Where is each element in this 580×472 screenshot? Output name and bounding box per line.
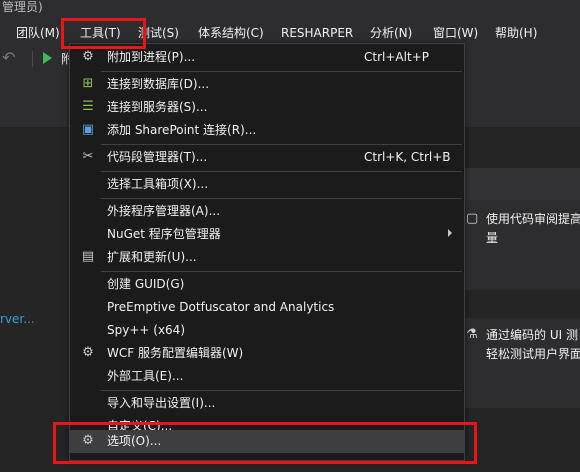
extensions-icon: ▤ [81,249,95,264]
code-review-icon: ▢ [466,211,479,226]
menu-resharper[interactable]: RESHARPER [281,24,353,42]
menu-item-create-guid[interactable]: 创建 GUID(G) [70,273,464,296]
menu-item-connect-server[interactable]: ☰ 连接到服务器(S)... [70,96,464,119]
flask-icon: ⚗ [466,327,478,342]
sharepoint-connection-icon: ▣ [81,122,95,137]
menu-item-label: 外接程序管理器(A)... [107,204,221,218]
start-page-header [465,168,580,200]
menu-separator [101,198,462,199]
menu-separator [101,144,462,145]
menu-item-label: NuGet 程序包管理器 [107,227,221,241]
menu-item-label: 代码段管理器(T)... [107,150,208,164]
highlight-tools-menu [61,18,146,49]
code-review-line2: 量 [486,231,499,245]
connect-database-icon: ⊞ [82,76,94,91]
menu-architecture[interactable]: 体系结构(C) [198,24,264,42]
menu-item-extensions[interactable]: ▤ 扩展和更新(U)... [70,246,464,269]
code-review-line1: 使用代码审阅提高 [486,212,580,226]
menu-item-add-sharepoint[interactable]: ▣ 添加 SharePoint 连接(R)... [70,119,464,142]
highlight-options-item [53,422,477,464]
menu-item-nuget[interactable]: NuGet 程序包管理器 [70,223,464,246]
menu-window[interactable]: 窗口(W) [433,24,478,42]
menu-item-external-tools[interactable]: 外部工具(E)... [70,365,464,388]
menu-item-import-export[interactable]: 导入和导出设置(I)... [70,392,464,415]
menu-item-dotfuscator[interactable]: PreEmptive Dotfuscator and Analytics [70,296,464,319]
menu-separator [101,71,462,72]
menu-separator [101,390,462,391]
menu-item-addin-manager[interactable]: 外接程序管理器(A)... [70,200,464,223]
code-snippets-icon: ✂ [82,149,94,164]
menu-item-label: 外部工具(E)... [107,369,184,383]
coded-ui-line2: 轻松测试用户界面 [486,347,580,361]
menu-separator [101,271,462,272]
tools-dropdown-menu: ⚙ 附加到进程(P)... Ctrl+Alt+P ⊞ 连接到数据库(D)... … [69,43,465,461]
menu-item-label: 选择工具箱项(X)... [107,177,209,191]
connect-server-icon: ☰ [82,99,94,114]
menu-item-label: 连接到数据库(D)... [107,77,210,91]
menu-item-label: 连接到服务器(S)... [107,100,208,114]
menu-item-label: WCF 服务配置编辑器(W) [107,346,244,360]
menu-item-spy[interactable]: Spy++ (x64) [70,319,464,342]
menu-item-label: 导入和导出设置(I)... [107,396,216,410]
menu-item-label: 附加到进程(P)... [107,50,196,64]
menu-item-wcf-editor[interactable]: ⚙ WCF 服务配置编辑器(W) [70,342,464,365]
menu-separator [101,171,462,172]
menu-item-attach-to-process[interactable]: ⚙ 附加到进程(P)... Ctrl+Alt+P [70,46,464,69]
menu-item-label: 添加 SharePoint 连接(R)... [107,123,257,137]
wcf-config-icon: ⚙ [82,345,94,360]
menu-item-choose-toolbox[interactable]: 选择工具箱项(X)... [70,173,464,196]
menu-item-label: PreEmptive Dotfuscator and Analytics [107,300,335,314]
toolbar-separator [32,51,33,67]
menu-item-code-snippets[interactable]: ✂ 代码段管理器(T)... Ctrl+K, Ctrl+B [70,146,464,169]
window-title: 管理员) [2,0,43,14]
menu-analyze[interactable]: 分析(N) [370,24,412,42]
title-bar [0,0,580,18]
menu-help[interactable]: 帮助(H) [495,24,537,42]
undo-icon[interactable]: ↶ [2,49,15,67]
menu-item-label: 创建 GUID(G) [107,277,185,291]
menu-item-connect-database[interactable]: ⊞ 连接到数据库(D)... [70,73,464,96]
attach-process-icon: ⚙ [82,49,94,64]
menu-item-shortcut: Ctrl+K, Ctrl+B [364,150,451,164]
menu-item-shortcut: Ctrl+Alt+P [364,50,429,64]
server-link[interactable]: rver... [0,312,35,326]
play-icon[interactable] [43,52,52,64]
menu-item-label: 扩展和更新(U)... [107,250,197,264]
menu-item-label: Spy++ (x64) [107,323,185,337]
submenu-arrow-icon [448,229,452,237]
coded-ui-line1: 通过编码的 UI 测 [486,328,578,342]
menu-team[interactable]: 团队(M) [16,24,60,42]
